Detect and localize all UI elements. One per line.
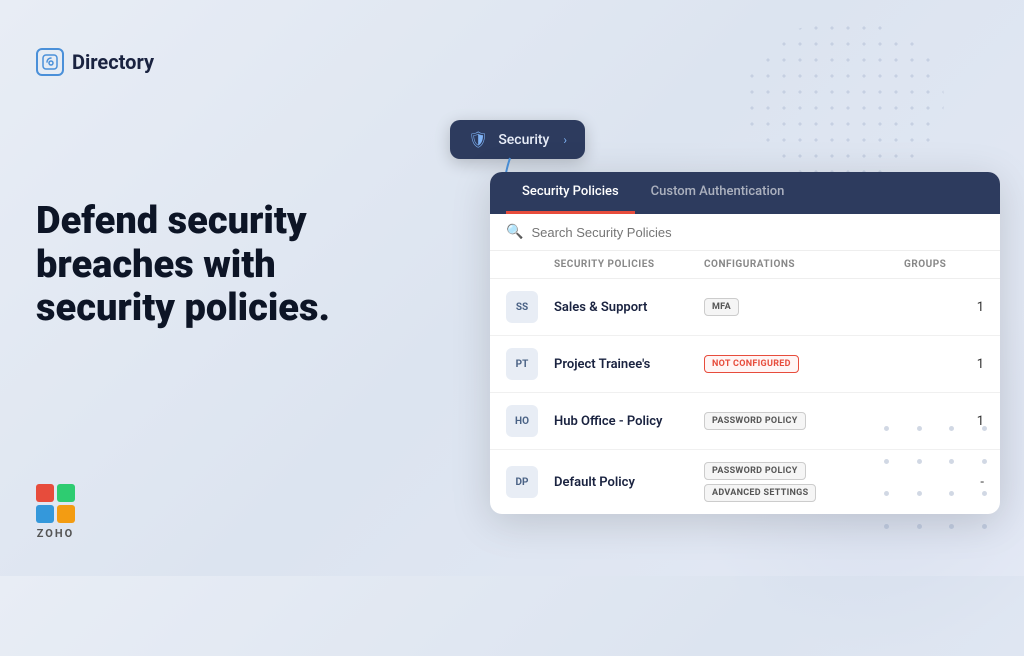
zoho-sq-yellow [57,505,75,523]
config-tags: MFA [704,298,904,316]
headline-text: Defend security breaches with security p… [36,200,416,331]
col-configurations-header: CONFIGURATIONS [704,259,904,270]
tag-mfa: MFA [704,298,739,316]
avatar: HO [506,405,538,437]
table-row[interactable]: PT Project Trainee's NOT CONFIGURED 1 [490,336,1000,393]
logo-icon [36,48,64,76]
config-tags: PASSWORD POLICY [704,412,904,430]
tag-password-policy: PASSWORD POLICY [704,462,806,480]
table-row[interactable]: SS Sales & Support MFA 1 [490,279,1000,336]
zoho-sq-red [36,484,54,502]
zoho-text: ZOHO [37,527,74,540]
tag-password-policy: PASSWORD POLICY [704,412,806,430]
zoho-squares [36,484,75,523]
avatar: PT [506,348,538,380]
shield-icon: 🛡 [468,130,488,149]
zoho-logo: ZOHO [36,484,75,540]
col-policies-header: SECURITY POLICIES [554,259,704,270]
tab-custom-authentication[interactable]: Custom Authentication [635,172,801,214]
logo-text: Directory [72,50,154,74]
search-input[interactable] [531,225,984,240]
search-icon: 🔍 [506,224,523,240]
zoho-sq-green [57,484,75,502]
tag-advanced-settings: ADVANCED SETTINGS [704,484,816,502]
table-header: SECURITY POLICIES CONFIGURATIONS GROUPS [490,251,1000,279]
search-bar: 🔍 [490,214,1000,251]
chevron-right-icon: › [563,133,567,147]
policy-name: Hub Office - Policy [554,414,704,429]
tag-not-configured: NOT CONFIGURED [704,355,799,373]
logo-area: Directory [36,48,154,76]
policy-name: Default Policy [554,475,704,490]
groups-count: 1 [904,300,984,315]
config-tags: NOT CONFIGURED [704,355,904,373]
dot-grid-decoration-bottom [884,426,1004,546]
zoho-sq-blue [36,505,54,523]
avatar: DP [506,466,538,498]
panel-header: Security Policies Custom Authentication [490,172,1000,214]
col-avatar-header [506,259,554,270]
security-label: Security [498,132,549,148]
groups-count: 1 [904,357,984,372]
headline-section: Defend security breaches with security p… [36,200,416,331]
avatar: SS [506,291,538,323]
config-tags: PASSWORD POLICY ADVANCED SETTINGS [704,462,904,502]
tab-security-policies[interactable]: Security Policies [506,172,635,214]
col-groups-header: GROUPS [904,259,984,270]
policy-name: Project Trainee's [554,357,704,372]
dot-grid-decoration-top [744,20,944,180]
policy-name: Sales & Support [554,300,704,315]
